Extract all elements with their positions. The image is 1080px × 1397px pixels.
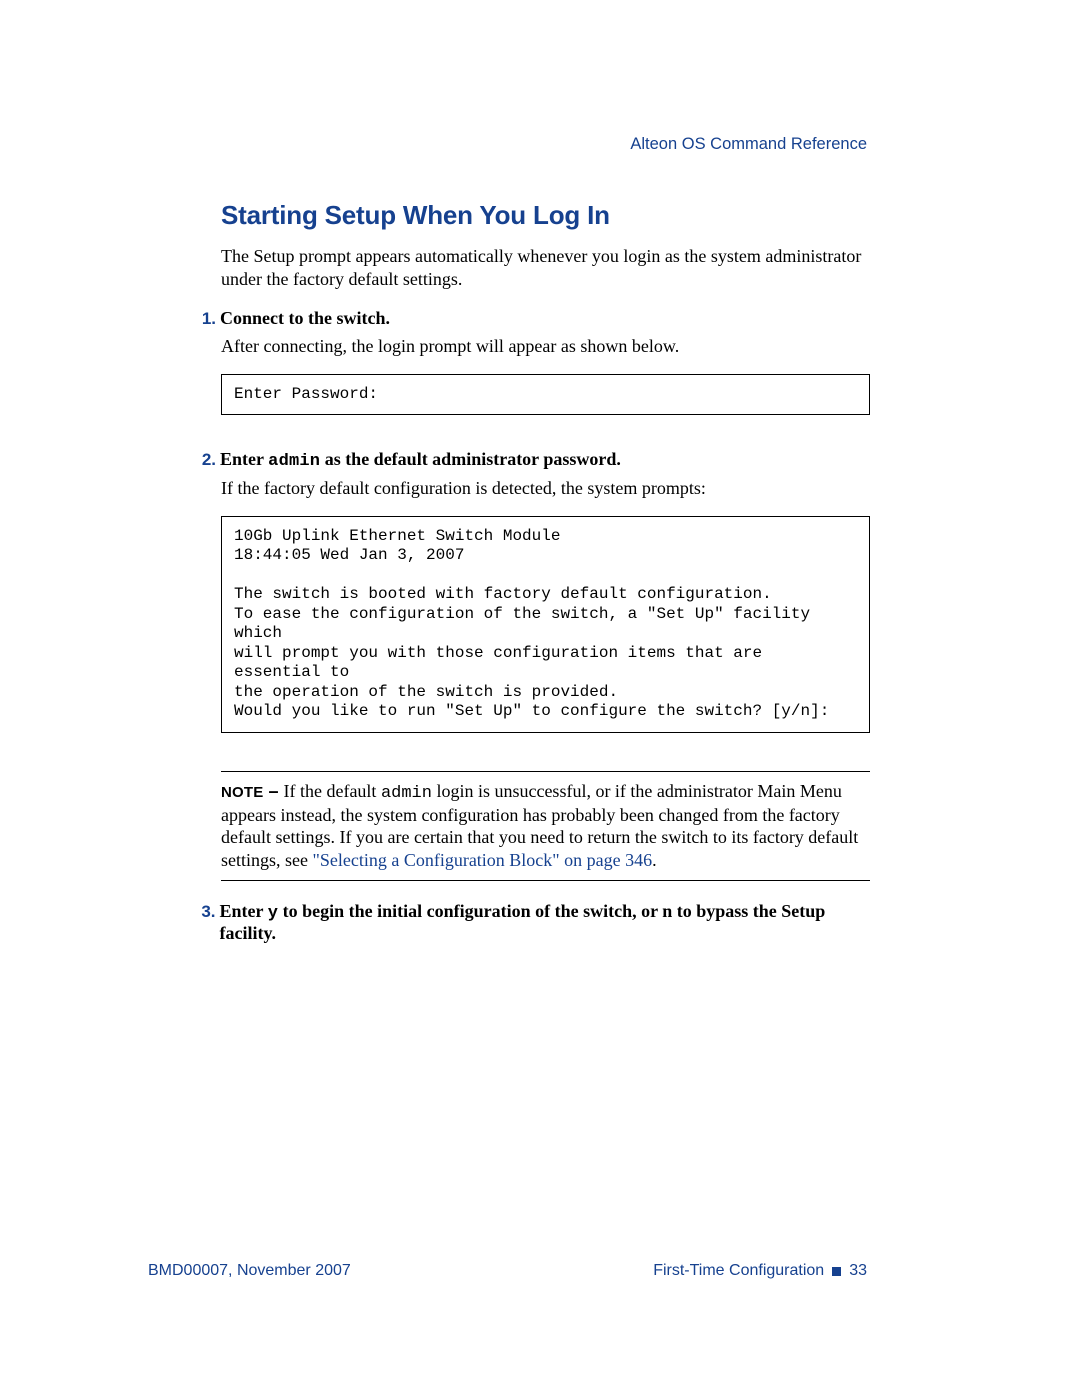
note-block: NOTE – If the default admin login is uns… [221,771,870,882]
square-bullet-icon [832,1267,841,1276]
step-heading: Enter admin as the default administrator… [220,449,621,471]
note-dash: – [263,781,283,801]
cross-reference-link[interactable]: "Selecting a Configuration Block" on pag… [313,850,653,870]
running-header: Alteon OS Command Reference [630,135,867,154]
step-heading: Connect to the switch. [220,308,390,329]
step-label-suffix: to begin the initial configuration of th… [220,901,826,943]
code-block: 10Gb Uplink Ethernet Switch Module 18:44… [221,516,870,733]
step-label-prefix: Enter [220,449,268,469]
step-label-mono: admin [268,452,320,471]
step-number: 3. [196,902,220,922]
section-intro: The Setup prompt appears automatically w… [221,245,870,290]
note-label: NOTE [221,784,263,801]
footer-doc-id: BMD00007, November 2007 [148,1262,351,1280]
footer-page-number: 33 [849,1262,867,1280]
step-number: 1. [196,309,220,329]
note-mono: admin [381,784,432,803]
step-label-mono: y [268,904,278,923]
code-block: Enter Password: [221,374,870,416]
note-text: If the default [283,781,380,801]
section-title: Starting Setup When You Log In [221,200,870,231]
step-1: 1. Connect to the switch. After connecti… [221,308,870,415]
step-label-suffix: as the default administrator password. [320,449,621,469]
page-footer: BMD00007, November 2007 First-Time Confi… [148,1262,867,1280]
step-2: 2. Enter admin as the default administra… [221,449,870,733]
page: Alteon OS Command Reference Starting Set… [0,0,1080,1397]
step-label-prefix: Enter [220,901,268,921]
note-text: . [652,850,657,870]
step-3: 3. Enter y to begin the initial configur… [221,901,870,944]
step-body: After connecting, the login prompt will … [221,335,870,358]
step-heading: Enter y to begin the initial configurati… [220,901,870,944]
footer-chapter: First-Time Configuration [653,1262,824,1280]
step-body: If the factory default configuration is … [221,477,870,500]
step-number: 2. [196,450,220,470]
